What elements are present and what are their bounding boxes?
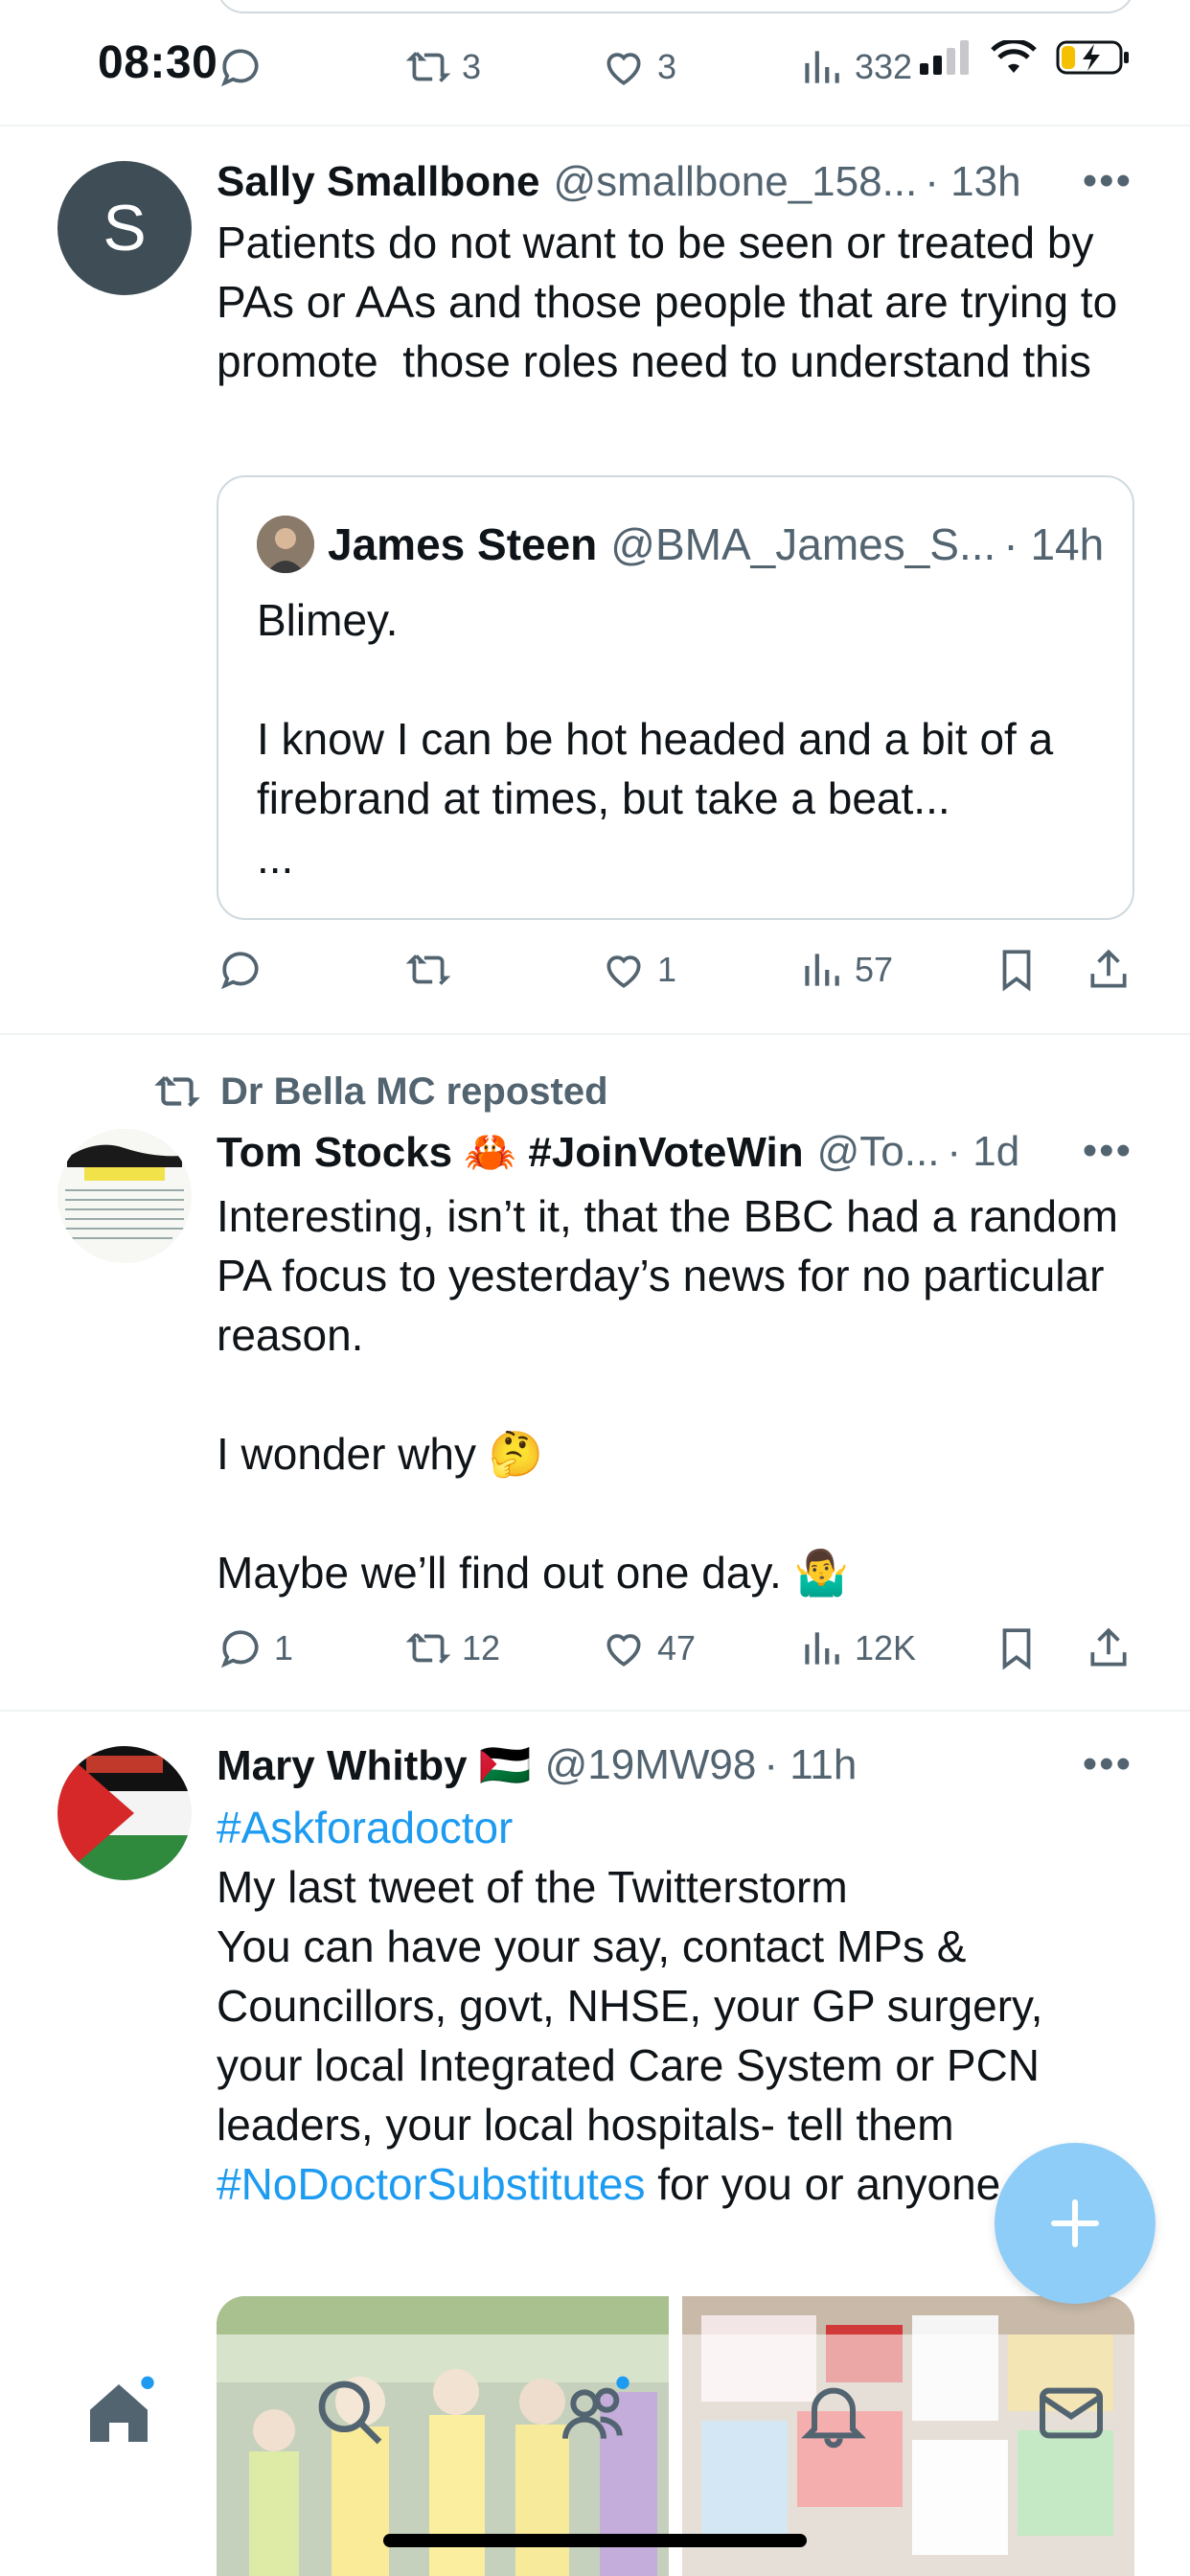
reply-count: 1 xyxy=(274,1628,294,1668)
status-time: 08:30 xyxy=(98,37,218,88)
post-actions: 1 12 47 12K xyxy=(217,1620,1136,1677)
post-header: Sally Smallbone @smallbone_158... · 13h xyxy=(217,153,1021,211)
more-options-icon[interactable]: ••• xyxy=(1083,1127,1133,1175)
like-count: 47 xyxy=(657,1628,697,1668)
reply-icon xyxy=(220,1630,259,1668)
more-options-icon[interactable]: ••• xyxy=(1083,1740,1133,1788)
post-text: Interesting, isn’t it, that the BBC had … xyxy=(217,1191,1118,1598)
quote-author-handle: @BMA_James_S... xyxy=(610,519,996,569)
bookmark-icon xyxy=(1002,1628,1031,1670)
like-count: 1 xyxy=(657,950,677,989)
hashtag-link[interactable]: #NoDoctorSubstitutes xyxy=(217,2159,645,2209)
search-icon[interactable] xyxy=(312,2375,389,2451)
avatar-image xyxy=(57,1129,192,1263)
author-name[interactable]: Mary Whitby 🇵🇸 xyxy=(217,1740,532,1790)
like-icon xyxy=(606,53,641,85)
quote-time: · 14h xyxy=(1003,519,1105,569)
view-count: 57 xyxy=(855,950,894,989)
repost-icon xyxy=(405,52,451,82)
bookmark-icon xyxy=(1002,950,1031,992)
post-divider xyxy=(0,1710,1190,1712)
notifications-icon[interactable] xyxy=(795,2375,872,2451)
reply-button[interactable] xyxy=(217,38,274,96)
quote-avatar xyxy=(257,516,314,573)
repost-icon xyxy=(405,954,451,985)
home-indicator xyxy=(383,2534,807,2547)
compose-icon xyxy=(1051,2199,1099,2247)
avatar[interactable] xyxy=(57,1129,192,1263)
repost-label[interactable]: Dr Bella MC reposted xyxy=(153,1068,608,1116)
previous-post-actions: 3 3 332 xyxy=(217,38,1136,87)
home-icon[interactable] xyxy=(80,2375,157,2451)
previous-quote-card-edge[interactable] xyxy=(217,0,1134,13)
more-options-icon[interactable]: ••• xyxy=(1083,157,1133,205)
bookmark-button[interactable] xyxy=(993,941,1050,999)
view-count: 332 xyxy=(855,47,913,86)
avatar[interactable]: S xyxy=(57,161,192,295)
views-icon xyxy=(805,1632,839,1665)
author-name[interactable]: Sally Smallbone xyxy=(217,158,539,206)
post-header: Tom Stocks 🦀 #JoinVoteWin @To... · 1d xyxy=(217,1123,1019,1181)
post-text: #Askforadoctor My last tweet of the Twit… xyxy=(217,1798,1136,2214)
repost-count: 12 xyxy=(462,1628,501,1668)
share-icon xyxy=(1090,949,1127,988)
bookmark-button[interactable] xyxy=(993,1620,1050,1677)
post-time: · 11h xyxy=(764,1741,858,1788)
post-time: · 1d xyxy=(947,1128,1020,1175)
views-button[interactable]: 12K xyxy=(797,1620,916,1677)
quoted-post-card[interactable]: James Steen @BMA_James_S... · 14h Blimey… xyxy=(217,475,1134,920)
reply-button[interactable]: 1 xyxy=(217,1620,293,1677)
avatar[interactable] xyxy=(57,1746,192,1880)
author-handle[interactable]: @19MW98 xyxy=(545,1741,757,1789)
post-header: Mary Whitby 🇵🇸 @19MW98 · 11h xyxy=(217,1736,857,1794)
author-handle[interactable]: @smallbone_158... xyxy=(553,158,917,206)
avatar-image xyxy=(57,1746,192,1880)
share-button[interactable] xyxy=(1085,941,1142,999)
reply-button[interactable] xyxy=(217,941,274,999)
views-button[interactable]: 57 xyxy=(797,941,893,999)
author-name[interactable]: Tom Stocks 🦀 #JoinVoteWin xyxy=(217,1127,804,1177)
reply-icon xyxy=(220,952,259,990)
quote-text: Blimey. I know I can be hot headed and a… xyxy=(257,595,1054,883)
hashtag-link[interactable]: #Askforadoctor xyxy=(217,1803,513,1852)
share-icon xyxy=(1090,1627,1127,1667)
repost-icon xyxy=(405,1633,451,1664)
share-button[interactable] xyxy=(1085,1620,1142,1677)
post-text: Patients do not want to be seen or treat… xyxy=(217,218,1130,386)
like-icon xyxy=(606,955,641,988)
like-count: 3 xyxy=(657,47,677,86)
post-time: · 13h xyxy=(925,158,1021,205)
post-text-body: My last tweet of the Twitterstorm You ca… xyxy=(217,1862,1043,2150)
avatar-initial: S xyxy=(103,192,147,264)
views-icon xyxy=(805,51,839,83)
quote-author-name: James Steen xyxy=(328,519,598,569)
repost-label-text: Dr Bella MC reposted xyxy=(220,1070,608,1113)
views-icon xyxy=(805,954,839,986)
like-icon xyxy=(606,1634,641,1667)
like-button[interactable]: 1 xyxy=(600,941,676,999)
post-divider xyxy=(0,125,1190,126)
repost-count: 3 xyxy=(462,47,482,86)
repost-icon xyxy=(154,1075,200,1108)
like-button[interactable]: 3 xyxy=(600,38,676,96)
repost-button[interactable]: 3 xyxy=(404,38,481,96)
like-button[interactable]: 47 xyxy=(600,1620,696,1677)
compose-button[interactable] xyxy=(995,2143,1156,2304)
messages-icon[interactable] xyxy=(1033,2375,1110,2451)
post-actions: 1 57 xyxy=(217,941,1136,999)
communities-icon[interactable] xyxy=(556,2375,632,2451)
view-count: 12K xyxy=(855,1628,917,1668)
quote-header: James Steen @BMA_James_S... · 14h xyxy=(257,516,1104,573)
post-divider xyxy=(0,1033,1190,1035)
views-button[interactable]: 332 xyxy=(797,38,912,96)
author-handle[interactable]: @To... xyxy=(817,1128,940,1176)
reply-icon xyxy=(220,49,259,87)
repost-button[interactable] xyxy=(404,941,462,999)
repost-button[interactable]: 12 xyxy=(404,1620,500,1677)
